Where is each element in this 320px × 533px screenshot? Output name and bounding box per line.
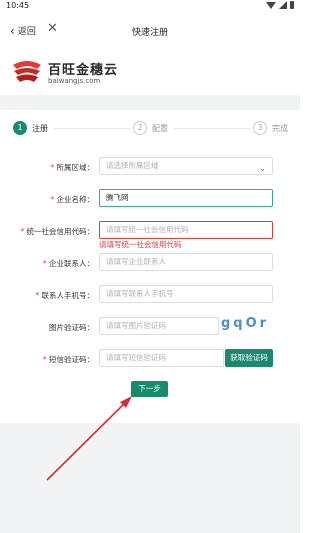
sms-code-input[interactable]: 请填写短信验证码 <box>99 349 224 367</box>
region-row: * 所属区域： 请选择所属区域 ⌄ <box>0 156 300 178</box>
captcha-image[interactable]: gqOr <box>221 316 273 336</box>
nav-bar: ‹ 返回 ✕ 快速注册 <box>0 18 300 44</box>
step-connector <box>174 128 250 129</box>
next-step-button[interactable]: 下一步 <box>131 381 168 397</box>
contact-input[interactable]: 请填写企业联系人 <box>99 253 273 271</box>
phone-input[interactable]: 请填写联系人手机号 <box>99 285 273 303</box>
company-name-input[interactable]: 腾飞网 <box>99 189 273 207</box>
wifi-icon <box>266 1 276 9</box>
step-3-label: 完成 <box>272 124 288 133</box>
page-title: 快速注册 <box>131 28 168 38</box>
get-sms-code-button[interactable]: 获取验证码 <box>225 349 273 367</box>
credit-code-input[interactable]: 请填写统一社会信用代码 <box>99 221 273 239</box>
sms-label: * 短信验证码： <box>42 355 94 364</box>
annotation-arrow-head <box>120 396 132 408</box>
captcha-label: 图片验证码： <box>49 323 94 332</box>
company-row: * 企业名称： 腾飞网 <box>0 188 300 210</box>
section-divider <box>0 95 300 110</box>
step-connector <box>54 128 130 129</box>
phone-row: * 联系人手机号： 请填写联系人手机号 <box>0 284 300 306</box>
bottom-area <box>0 423 300 533</box>
status-icons <box>266 1 294 9</box>
step-indicator: 1 注册 2 配置 3 完成 <box>0 118 300 140</box>
logo-domain: baiwangjs.com <box>48 77 101 85</box>
step-1-circle: 1 <box>13 121 27 135</box>
logo-name: 百旺金穗云 <box>48 63 119 78</box>
sms-row: * 短信验证码： 请填写短信验证码 获取验证码 <box>0 348 300 370</box>
step-3-circle: 3 <box>253 121 267 135</box>
status-time: 10:45 <box>6 1 30 10</box>
step-1-label: 注册 <box>32 124 48 133</box>
contact-label: * 企业联系人： <box>42 259 94 268</box>
step-2-circle: 2 <box>133 121 147 135</box>
captcha-input[interactable]: 请填写图片验证码 <box>99 317 219 335</box>
phone-label: * 联系人手机号： <box>35 291 94 300</box>
signal-icon <box>279 1 287 9</box>
region-select[interactable]: 请选择所属区域 ⌄ <box>99 157 273 175</box>
battery-icon <box>290 1 294 9</box>
company-label: * 企业名称： <box>50 195 94 204</box>
credit-code-error: 请填写统一社会信用代码 <box>99 240 182 249</box>
credit-code-label: * 统一社会信用代码： <box>20 227 94 236</box>
brand-logo: 百旺金穗云 baiwangjs.com <box>10 55 150 89</box>
captcha-row: 图片验证码： 请填写图片验证码 gqOr <box>0 316 300 338</box>
step-2-label: 配置 <box>152 124 168 133</box>
region-label: * 所属区域： <box>50 163 94 172</box>
logo-mark-icon <box>13 61 41 82</box>
credit-code-row: * 统一社会信用代码： 请填写统一社会信用代码 请填写统一社会信用代码 <box>0 220 300 249</box>
status-bar: 10:45 <box>0 0 300 14</box>
contact-row: * 企业联系人： 请填写企业联系人 <box>0 252 300 274</box>
chevron-down-icon: ⌄ <box>259 164 266 173</box>
